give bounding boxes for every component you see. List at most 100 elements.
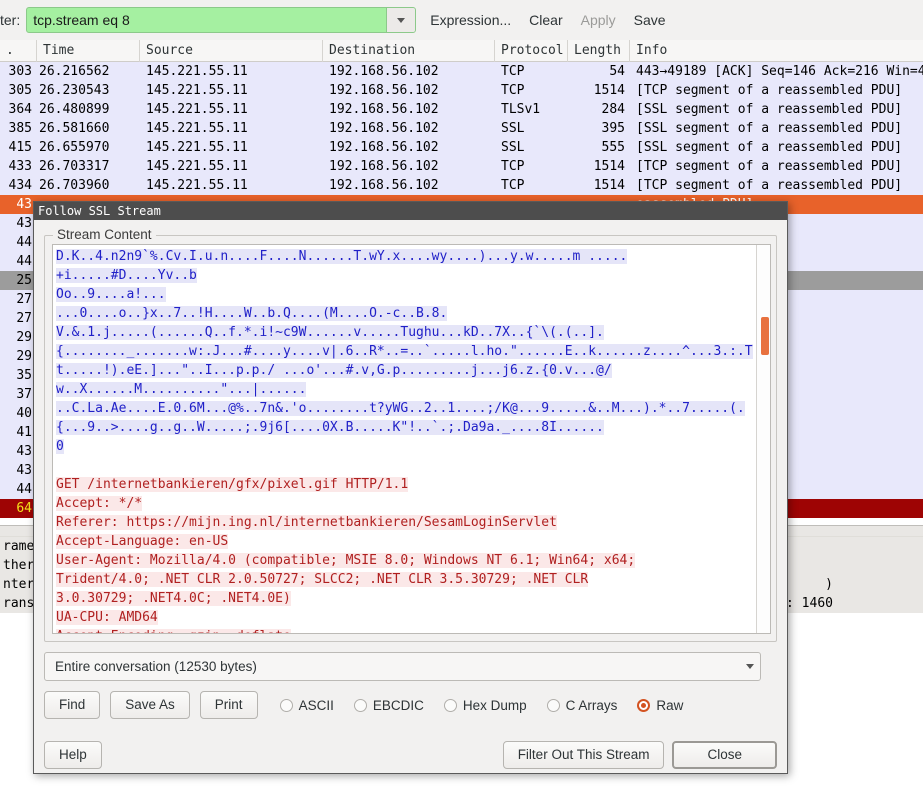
packet-source: 145.221.55.11 — [146, 140, 248, 155]
stream-line: V.&.1.j.....(......Q..f.*.i!~c9W......v.… — [56, 323, 756, 342]
radio-ascii[interactable]: ASCII — [279, 698, 334, 713]
column-header-length[interactable]: Length — [568, 40, 630, 62]
filter-out-this-stream-button[interactable]: Filter Out This Stream — [502, 741, 665, 769]
stream-line-client: Referer: https://mijn.ing.nl/internetban… — [56, 515, 557, 530]
packet-no: 29 — [16, 330, 32, 345]
table-row[interactable]: 434 26.703960 145.221.55.11 192.168.56.102 T… — [0, 176, 923, 195]
stream-content-text: D.K..4.n2n9`%.Cv.I.u.n....F....N......T.… — [53, 245, 756, 633]
packet-no: 64 — [16, 501, 32, 516]
stream-line: Referer: https://mijn.ing.nl/internetban… — [56, 513, 756, 532]
packet-no: 303 — [8, 64, 32, 79]
packet-protocol: SSL — [501, 121, 525, 136]
conversation-select[interactable]: Entire conversation (12530 bytes) — [44, 652, 761, 681]
packet-no: 27 — [16, 292, 32, 307]
stream-line: {...9..>....g..g..W.....;.9j6[....0X.B..… — [56, 418, 756, 437]
stream-line-server: {........_.......w:.J...#....y....v|.6..… — [56, 344, 753, 359]
packet-length: 54 — [609, 64, 625, 79]
radio-indicator-icon — [637, 698, 651, 712]
table-row[interactable]: 415 26.655970 145.221.55.11 192.168.56.102 S… — [0, 138, 923, 157]
packet-time: 26.581660 — [39, 121, 110, 136]
packet-destination: 192.168.56.102 — [329, 64, 439, 79]
stream-line: Accept: */* — [56, 494, 756, 513]
column-header-source[interactable]: Source — [140, 40, 323, 62]
save-as-button[interactable]: Save As — [110, 691, 190, 719]
packet-source: 145.221.55.11 — [146, 83, 248, 98]
packet-time: 26.703317 — [39, 159, 110, 174]
dialog-bottom-row: Help Filter Out This Stream Close — [44, 741, 777, 769]
radio-raw[interactable]: Raw — [637, 698, 683, 713]
packet-protocol: TCP — [501, 83, 525, 98]
dialog-body: Stream Content D.K..4.n2n9`%.Cv.I.u.n...… — [34, 220, 787, 777]
column-header-no[interactable]: . — [0, 40, 37, 62]
column-header-time[interactable]: Time — [37, 40, 140, 62]
chevron-down-icon — [397, 17, 406, 23]
packet-no: 433 — [8, 159, 32, 174]
expression-button[interactable]: Expression... — [430, 12, 511, 28]
radio-ebcdic[interactable]: EBCDIC — [353, 698, 424, 713]
packet-length: 395 — [601, 121, 625, 136]
filter-history-dropdown-button[interactable] — [386, 8, 416, 32]
packet-no: 37 — [16, 387, 32, 402]
stream-line: +i.....#D....Yv..b — [56, 266, 756, 285]
stream-line-server: D.K..4.n2n9`%.Cv.I.u.n....F....N......T.… — [56, 249, 628, 264]
clear-filter-button[interactable]: Clear — [529, 12, 562, 28]
save-filter-button[interactable]: Save — [634, 12, 666, 28]
packet-no: 43 — [16, 463, 32, 478]
packet-protocol: TCP — [501, 178, 525, 193]
help-button[interactable]: Help — [44, 741, 102, 769]
table-row[interactable]: 433 26.703317 145.221.55.11 192.168.56.102 T… — [0, 157, 923, 176]
packet-no: 25 — [16, 273, 32, 288]
stream-line: Accept-Language: en-US — [56, 532, 756, 551]
display-filter-toolbar: ter: Expression... Clear Apply Save — [0, 0, 923, 40]
table-row[interactable]: 364 26.480899 145.221.55.11 192.168.56.102 T… — [0, 100, 923, 119]
packet-no: 364 — [8, 102, 32, 117]
packet-no: 27 — [16, 311, 32, 326]
column-header-protocol[interactable]: Protocol — [495, 40, 568, 62]
stream-line-server: 0 — [56, 439, 64, 454]
packet-no: 385 — [8, 121, 32, 136]
packet-length: 555 — [601, 140, 625, 155]
column-header-destination[interactable]: Destination — [323, 40, 495, 62]
column-header-info[interactable]: Info — [630, 40, 923, 62]
packet-no: 44 — [16, 235, 32, 250]
stream-line: GET /internetbankieren/gfx/pixel.gif HTT… — [56, 475, 756, 494]
detail-suffix: ) — [825, 577, 833, 592]
packet-info: [SSL segment of a reassembled PDU] — [636, 121, 903, 136]
stream-line: Oo..9....a!... — [56, 285, 756, 304]
stream-line-client: GET /internetbankieren/gfx/pixel.gif HTT… — [56, 477, 409, 492]
close-button[interactable]: Close — [672, 741, 777, 769]
filter-action-links: Expression... Clear Apply Save — [430, 12, 665, 28]
display-filter-input[interactable] — [27, 8, 387, 32]
stream-scrollbar-thumb[interactable] — [761, 317, 769, 355]
stream-scrollbar[interactable] — [756, 245, 770, 633]
dialog-title-bar[interactable]: Follow SSL Stream — [34, 202, 787, 220]
packet-info: [TCP segment of a reassembled PDU] — [636, 178, 903, 193]
stream-line-server: ...0....o..}x..7..!H....W..b.Q....(M....… — [56, 306, 448, 321]
table-row[interactable]: 303 26.216562 145.221.55.11 192.168.56.102 T… — [0, 62, 923, 81]
display-filter-combo[interactable] — [26, 7, 417, 33]
packet-destination: 192.168.56.102 — [329, 102, 439, 117]
stream-content-view[interactable]: D.K..4.n2n9`%.Cv.I.u.n....F....N......T.… — [52, 244, 771, 634]
apply-filter-button[interactable]: Apply — [581, 12, 616, 28]
print-button[interactable]: Print — [199, 691, 258, 719]
stream-line-client: 3.0.30729; .NET4.0C; .NET4.0E) — [56, 591, 291, 606]
stream-line-client: Trident/4.0; .NET CLR 2.0.50727; SLCC2; … — [56, 572, 589, 587]
find-button[interactable]: Find — [44, 691, 101, 719]
stream-line: UA-CPU: AMD64 — [56, 608, 756, 627]
packet-list-header: . Time Source Destination Protocol Lengt… — [0, 40, 923, 62]
packet-source: 145.221.55.11 — [146, 159, 248, 174]
conversation-select-value: Entire conversation (12530 bytes) — [55, 659, 257, 674]
table-row[interactable]: 385 26.581660 145.221.55.11 192.168.56.102 S… — [0, 119, 923, 138]
stream-line-server: t.....!).eE.]..."..I...p.p./ ...o'...#.v… — [56, 363, 612, 378]
radio-hex-dump[interactable]: Hex Dump — [443, 698, 527, 713]
table-row[interactable]: 305 26.230543 145.221.55.11 192.168.56.102 T… — [0, 81, 923, 100]
stream-content-legend: Stream Content — [53, 227, 156, 242]
packet-time: 26.480899 — [39, 102, 110, 117]
packet-no: 305 — [8, 83, 32, 98]
stream-line-client: UA-CPU: AMD64 — [56, 610, 158, 625]
radio-c-arrays[interactable]: C Arrays — [546, 698, 617, 713]
packet-info: [SSL segment of a reassembled PDU] — [636, 102, 903, 117]
packet-protocol: TCP — [501, 159, 525, 174]
stream-line: t.....!).eE.]..."..I...p.p./ ...o'...#.v… — [56, 361, 756, 380]
stream-line-client: User-Agent: Mozilla/4.0 (compatible; MSI… — [56, 553, 636, 568]
